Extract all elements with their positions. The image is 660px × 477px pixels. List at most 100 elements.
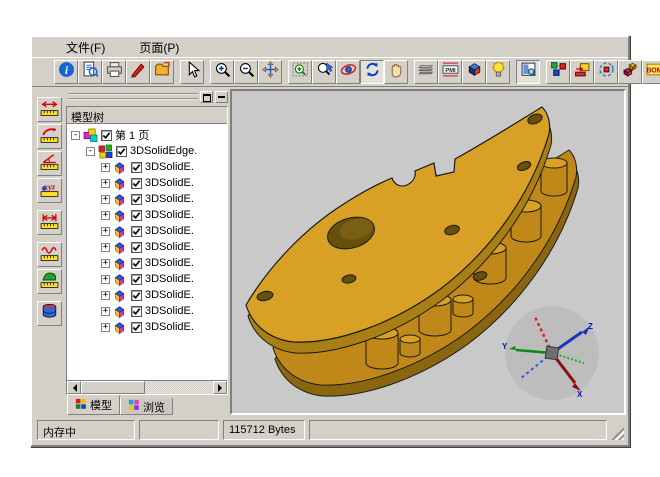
tree-checkbox[interactable]	[131, 322, 142, 333]
tab-browse[interactable]: 浏览	[120, 398, 173, 415]
tree-expander[interactable]: -	[86, 147, 95, 156]
part-icon	[113, 192, 128, 207]
part-icon	[113, 320, 128, 335]
zoomout-icon	[238, 61, 255, 83]
tree-expander[interactable]: +	[101, 211, 110, 220]
scroll-left-button[interactable]	[67, 381, 81, 394]
measure-coordinate-button[interactable]: xyz	[37, 178, 62, 203]
tree-item-part[interactable]: +3DSolidE.	[67, 255, 227, 271]
tree-checkbox[interactable]	[131, 306, 142, 317]
tree-checkbox[interactable]	[116, 146, 127, 157]
scroll-thumb[interactable]	[81, 381, 145, 394]
print-preview-button[interactable]	[78, 60, 102, 84]
tree-item-part[interactable]: +3DSolidE.	[67, 191, 227, 207]
info-button[interactable]: i	[54, 60, 78, 84]
rotate-part-button[interactable]	[594, 60, 618, 84]
light-button[interactable]	[486, 60, 510, 84]
tree-item-page[interactable]: -第 1 页	[67, 127, 227, 143]
tree-expander[interactable]: +	[101, 259, 110, 268]
orbit-icon	[340, 61, 357, 83]
zoom-out-button[interactable]	[234, 60, 258, 84]
measure-width-button[interactable]	[37, 97, 62, 122]
tree-expander[interactable]: +	[101, 243, 110, 252]
tree-item-part[interactable]: +3DSolidE.	[67, 175, 227, 191]
zoom-dynamic-button[interactable]	[312, 60, 336, 84]
hand-button[interactable]	[384, 60, 408, 84]
assembly-tree-button[interactable]	[546, 60, 570, 84]
resize-grip[interactable]	[611, 427, 624, 440]
measure-angle-button[interactable]	[37, 151, 62, 176]
menu-file[interactable]: 文件(F)	[62, 38, 109, 57]
view-cube-button[interactable]	[462, 60, 486, 84]
tree-expander[interactable]: +	[101, 179, 110, 188]
measure-area-button[interactable]	[37, 269, 62, 294]
tree-item-part[interactable]: +3DSolidE.	[67, 239, 227, 255]
tree-expander[interactable]: +	[101, 323, 110, 332]
tree-checkbox[interactable]	[131, 178, 142, 189]
tree-expander[interactable]: +	[101, 227, 110, 236]
tree-checkbox[interactable]	[131, 226, 142, 237]
tree-checkbox[interactable]	[131, 242, 142, 253]
tree-item-assembly[interactable]: -3DSolidEdge.	[67, 143, 227, 159]
tree-expander[interactable]: +	[101, 307, 110, 316]
select-button[interactable]	[180, 60, 204, 84]
part-icon	[113, 224, 128, 239]
pan-button[interactable]	[258, 60, 282, 84]
export-button[interactable]	[150, 60, 174, 84]
measure-volume-button[interactable]	[37, 301, 62, 326]
tree-expander[interactable]: +	[101, 163, 110, 172]
status-size: 115712 Bytes	[223, 420, 305, 440]
browser-button[interactable]	[516, 60, 540, 84]
scroll-track[interactable]	[145, 381, 213, 394]
tree-checkbox[interactable]	[101, 130, 112, 141]
tree-checkbox[interactable]	[131, 162, 142, 173]
markup-button[interactable]	[126, 60, 150, 84]
tree-item-label: 3DSolidE.	[145, 177, 194, 189]
refresh-button[interactable]	[360, 60, 384, 84]
tree-item-part[interactable]: +3DSolidE.	[67, 207, 227, 223]
layers-button[interactable]	[414, 60, 438, 84]
tree-item-part[interactable]: +3DSolidE.	[67, 271, 227, 287]
tree-expander[interactable]: +	[101, 291, 110, 300]
tree-checkbox[interactable]	[131, 290, 142, 301]
panel-gripper[interactable]	[68, 93, 198, 101]
pmi-button[interactable]: PMI	[438, 60, 462, 84]
tree-item-part[interactable]: +3DSolidE.	[67, 287, 227, 303]
tab-model[interactable]: 模型	[67, 395, 120, 415]
bom-button[interactable]: BOM	[642, 60, 660, 84]
tree-checkbox[interactable]	[131, 210, 142, 221]
spinpart-icon	[598, 61, 615, 83]
tree-expander[interactable]: +	[101, 195, 110, 204]
panel-hide-button[interactable]	[215, 91, 228, 103]
measure-gap-button[interactable]	[37, 210, 62, 235]
scroll-right-button[interactable]	[213, 381, 227, 394]
axis-gizmo[interactable]: Z X Y	[502, 306, 599, 400]
move-part-button[interactable]	[570, 60, 594, 84]
part-icon	[113, 272, 128, 287]
menu-page[interactable]: 页面(P)	[135, 38, 183, 57]
tree-expander[interactable]: -	[71, 131, 80, 140]
measure-group-2	[37, 210, 62, 235]
measure-curve-button[interactable]	[37, 124, 62, 149]
tree-horizontal-scrollbar[interactable]	[67, 380, 227, 394]
tree-checkbox[interactable]	[131, 274, 142, 285]
tree-item-part[interactable]: +3DSolidE.	[67, 319, 227, 335]
tree-item-part[interactable]: +3DSolidE.	[67, 303, 227, 319]
svg-text:PMI: PMI	[445, 68, 456, 74]
measure-wave-button[interactable]	[37, 242, 62, 267]
tree-checkbox[interactable]	[131, 258, 142, 269]
panel-restore-button[interactable]	[200, 91, 213, 103]
toolbar-group-5: PMI	[414, 60, 510, 84]
tree-checkbox[interactable]	[131, 194, 142, 205]
tree-item-part[interactable]: +3DSolidE.	[67, 223, 227, 239]
orbit-button[interactable]	[336, 60, 360, 84]
toolbar-group-2	[180, 60, 204, 84]
viewport-3d[interactable]: Z X Y	[230, 89, 626, 415]
print-button[interactable]	[102, 60, 126, 84]
tree-expander[interactable]: +	[101, 275, 110, 284]
zoom-in-button[interactable]	[210, 60, 234, 84]
zoom-window-button[interactable]	[288, 60, 312, 84]
part-icon	[113, 208, 128, 223]
explode-button[interactable]	[618, 60, 642, 84]
tree-item-part[interactable]: +3DSolidE.	[67, 159, 227, 175]
